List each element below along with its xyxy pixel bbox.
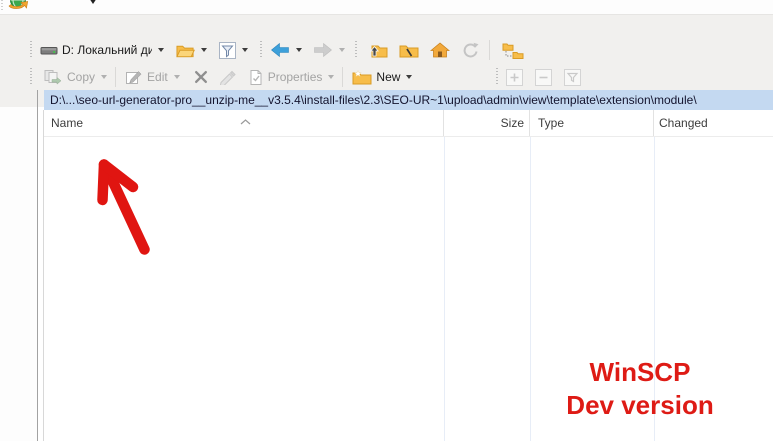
chevron-down-icon xyxy=(101,75,107,79)
toolbar-grip[interactable] xyxy=(355,41,357,59)
navigation-toolbar: D: Локальний ди xyxy=(30,38,528,62)
back-arrow-icon xyxy=(270,42,290,58)
column-gridline xyxy=(444,137,445,441)
directory-tree-button[interactable] xyxy=(498,40,528,61)
folder-tree-icon xyxy=(502,42,524,59)
copy-button[interactable]: Copy xyxy=(39,67,111,87)
chevron-down-icon xyxy=(339,48,345,52)
properties-document-icon xyxy=(248,69,264,86)
new-folder-icon xyxy=(352,70,372,85)
open-directory-button[interactable] xyxy=(172,41,211,60)
chevron-down-icon xyxy=(174,75,180,79)
toolbar-grip[interactable] xyxy=(30,68,32,86)
forward-arrow-icon xyxy=(313,42,333,58)
clipped-titlebar xyxy=(0,0,773,15)
open-folder-icon xyxy=(176,43,195,58)
chevron-down-icon xyxy=(406,75,412,79)
chevron-down-icon xyxy=(242,48,248,52)
back-button[interactable] xyxy=(266,40,306,60)
root-directory-button[interactable] xyxy=(395,41,423,60)
edit-button-label: Edit xyxy=(147,70,168,84)
column-gridline xyxy=(530,137,531,441)
filter-funnel-icon xyxy=(219,42,236,59)
chevron-down-icon xyxy=(158,48,164,52)
toolbar-grip[interactable] xyxy=(260,41,262,59)
synchronize-globe-icon[interactable] xyxy=(7,0,29,13)
winscp-window: D: Локальний ди xyxy=(0,0,773,441)
toolbar-grip[interactable] xyxy=(30,41,32,59)
delete-x-icon xyxy=(194,70,208,84)
chevron-down-icon xyxy=(328,75,334,79)
drive-selector-button[interactable]: D: Локальний ди xyxy=(36,41,168,59)
watermark-line1: WinSCP xyxy=(560,356,720,389)
toolbar-separator xyxy=(342,67,343,87)
home-directory-button[interactable] xyxy=(426,40,454,60)
column-header-changed[interactable]: Changed xyxy=(654,110,773,136)
invert-filter-box-icon xyxy=(564,69,581,86)
left-panel-edge xyxy=(0,107,38,441)
invert-selection-button[interactable] xyxy=(560,67,585,88)
root-folder-icon xyxy=(399,43,419,58)
properties-button[interactable]: Properties xyxy=(244,67,339,88)
toolbar-separator xyxy=(489,40,490,60)
rename-pencil-icon xyxy=(219,70,237,85)
rename-button[interactable] xyxy=(215,68,241,87)
chevron-down-icon xyxy=(296,48,302,52)
column-header-type[interactable]: Type xyxy=(530,110,654,136)
delete-button[interactable] xyxy=(190,68,212,86)
new-button-label: New xyxy=(376,70,400,84)
toolbar-grip xyxy=(1,0,3,12)
toolbar-grip[interactable] xyxy=(496,68,498,86)
left-panel-edge-border xyxy=(37,90,38,107)
plus-box-icon xyxy=(506,69,523,86)
app-dropdown-caret-icon[interactable] xyxy=(89,0,97,4)
filter-button[interactable] xyxy=(215,40,252,61)
parent-directory-button[interactable] xyxy=(364,41,392,60)
chevron-down-icon xyxy=(201,48,207,52)
sort-ascending-chevron-icon xyxy=(240,112,251,130)
refresh-button[interactable] xyxy=(457,40,483,60)
watermark-text: WinSCP Dev version xyxy=(560,356,720,422)
edit-button[interactable]: Edit xyxy=(121,67,184,87)
command-toolbar: Copy Edit xyxy=(30,65,585,89)
current-path-bar[interactable]: D:\...\seo-url-generator-pro__unzip-me__… xyxy=(44,90,773,110)
watermark-line2: Dev version xyxy=(560,389,720,422)
unselect-files-button[interactable] xyxy=(531,67,556,88)
edit-pencil-icon xyxy=(125,69,143,85)
parent-folder-icon xyxy=(368,43,388,58)
refresh-icon xyxy=(461,42,479,58)
local-drive-icon xyxy=(40,43,58,57)
column-header-size[interactable]: Size xyxy=(444,110,530,136)
new-button[interactable]: New xyxy=(348,68,416,87)
forward-button[interactable] xyxy=(309,40,349,60)
copy-icon xyxy=(43,69,63,85)
minus-box-icon xyxy=(535,69,552,86)
file-list-header: Name Size Type Changed xyxy=(44,110,773,137)
drive-selector-label: D: Локальний ди xyxy=(62,43,152,57)
home-icon xyxy=(430,42,450,58)
select-files-button[interactable] xyxy=(502,67,527,88)
toolbar-separator xyxy=(115,67,116,87)
copy-button-label: Copy xyxy=(67,70,95,84)
properties-button-label: Properties xyxy=(268,70,323,84)
